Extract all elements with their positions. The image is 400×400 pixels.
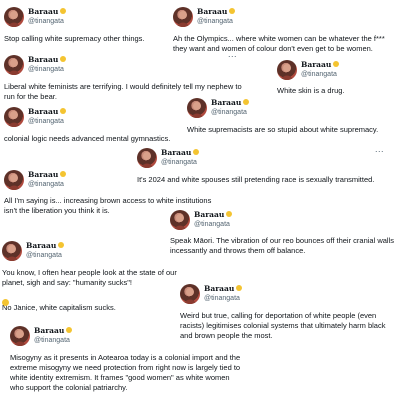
smiling-face-emoji-icon bbox=[243, 99, 250, 105]
smiling-face-emoji-icon bbox=[236, 285, 243, 291]
tweet-text: White supremacists are so stupid about w… bbox=[187, 125, 379, 134]
author-handle[interactable]: @tinangata bbox=[301, 70, 339, 79]
smiling-face-emoji-icon bbox=[229, 8, 236, 14]
tweet-text: White skin is a drug. bbox=[277, 86, 345, 95]
tweet-text: Stop calling white supremacy other thing… bbox=[4, 34, 145, 43]
avatar[interactable] bbox=[2, 241, 22, 261]
tweet-card[interactable]: Baraau @tinangata White supremacists are… bbox=[187, 98, 397, 135]
tweet-text: Misogyny as it presents in Aotearoa toda… bbox=[10, 353, 241, 392]
avatar[interactable] bbox=[4, 7, 24, 27]
avatar[interactable] bbox=[173, 7, 193, 27]
author-handle[interactable]: @tinangata bbox=[26, 251, 64, 260]
tweet-card[interactable]: Baraau @tinangata You know, I often hear… bbox=[2, 241, 194, 313]
tweet-text: Speak Māori. The vibration of our reo bo… bbox=[170, 236, 395, 255]
author-name[interactable]: Baraau bbox=[26, 241, 65, 250]
more-options-button[interactable]: ... bbox=[375, 145, 384, 154]
reaction-row: ... bbox=[2, 293, 194, 308]
author-name[interactable]: Baraau bbox=[28, 7, 67, 16]
author-handle[interactable]: @tinangata bbox=[161, 158, 199, 167]
tweet-card[interactable]: Baraau @tinangata Liberal white feminist… bbox=[4, 55, 244, 102]
avatar[interactable] bbox=[4, 170, 24, 190]
smiling-face-emoji-icon bbox=[333, 61, 340, 67]
smiling-face-emoji-icon bbox=[66, 327, 73, 333]
smiling-face-emoji-icon bbox=[60, 56, 67, 62]
author-handle[interactable]: @tinangata bbox=[28, 117, 66, 126]
smiling-face-emoji-icon bbox=[58, 242, 65, 248]
author-name[interactable]: Baraau bbox=[28, 170, 67, 179]
avatar[interactable] bbox=[180, 284, 200, 304]
tweet-card[interactable]: Baraau @tinangata colonial logic needs a… bbox=[4, 107, 184, 144]
avatar[interactable] bbox=[187, 98, 207, 118]
tweet-card[interactable]: Baraau @tinangata Misogyny as it present… bbox=[10, 326, 242, 393]
author-name[interactable]: Baraau bbox=[28, 107, 67, 116]
tweet-card[interactable]: Baraau @tinangata Stop calling white sup… bbox=[4, 7, 194, 44]
author-name[interactable]: Baraau bbox=[161, 148, 200, 157]
author-handle[interactable]: @tinangata bbox=[211, 108, 249, 117]
author-handle[interactable]: @tinangata bbox=[28, 65, 66, 74]
author-handle[interactable]: @tinangata bbox=[28, 180, 66, 189]
tweet-card[interactable]: Baraau @tinangata White skin is a drug. bbox=[277, 60, 387, 96]
author-name[interactable]: Baraau bbox=[197, 7, 236, 16]
tweet-text: Ah the Olympics... where white women can… bbox=[173, 34, 385, 53]
author-name[interactable]: Baraau bbox=[204, 284, 243, 293]
more-options-button[interactable]: ... bbox=[228, 50, 237, 59]
smiling-face-emoji-icon bbox=[60, 108, 67, 114]
tweet-text: You know, I often hear people look at th… bbox=[2, 268, 177, 287]
avatar[interactable] bbox=[170, 210, 190, 230]
author-handle[interactable]: @tinangata bbox=[197, 17, 235, 26]
author-name[interactable]: Baraau bbox=[211, 98, 250, 107]
author-name[interactable]: Baraau bbox=[194, 210, 233, 219]
smiling-face-emoji-icon bbox=[193, 149, 200, 155]
tweet-card[interactable]: Baraau @tinangata Ah the Olympics... whe… bbox=[173, 7, 398, 54]
author-name[interactable]: Baraau bbox=[34, 326, 73, 335]
reaction-more-label: ... bbox=[13, 301, 20, 308]
avatar[interactable] bbox=[137, 148, 157, 168]
avatar[interactable] bbox=[4, 55, 24, 75]
author-handle[interactable]: @tinangata bbox=[34, 336, 72, 345]
avatar[interactable] bbox=[10, 326, 30, 346]
avatar[interactable] bbox=[4, 107, 24, 127]
tweet-text: No Janice, white capitalism sucks. bbox=[2, 303, 116, 312]
author-name[interactable]: Baraau bbox=[28, 55, 67, 64]
smiling-face-emoji-icon bbox=[2, 299, 9, 306]
avatar[interactable] bbox=[277, 60, 297, 80]
tweet-text: colonial logic needs advanced mental gym… bbox=[4, 134, 171, 143]
smiling-face-emoji-icon bbox=[60, 8, 67, 14]
author-handle[interactable]: @tinangata bbox=[194, 220, 232, 229]
author-handle[interactable]: @tinangata bbox=[28, 17, 66, 26]
smiling-face-emoji-icon bbox=[226, 211, 233, 217]
author-handle[interactable]: @tinangata bbox=[204, 294, 242, 303]
author-name[interactable]: Baraau bbox=[301, 60, 340, 69]
tweet-card[interactable]: Baraau @tinangata Speak Māori. The vibra… bbox=[170, 210, 398, 256]
smiling-face-emoji-icon bbox=[60, 171, 67, 177]
